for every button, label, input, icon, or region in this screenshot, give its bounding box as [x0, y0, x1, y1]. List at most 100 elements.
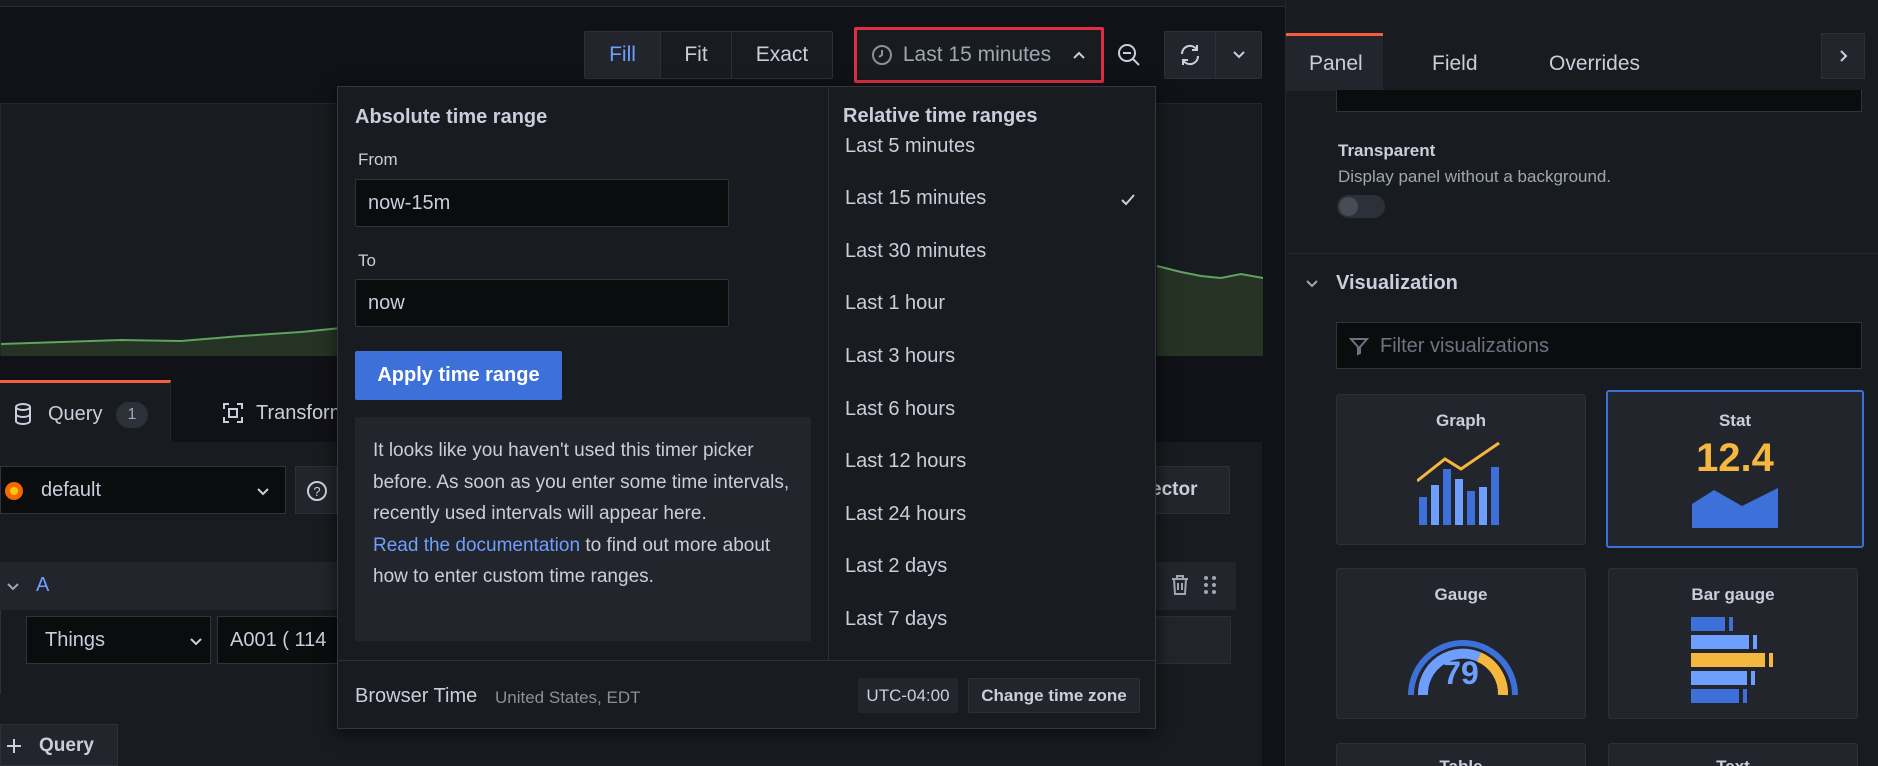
zoom-out-button[interactable]	[1110, 31, 1148, 79]
bar-gauge-viz-icon	[1691, 617, 1773, 703]
divider	[828, 87, 829, 660]
viz-card-stat[interactable]: Stat 12.4	[1606, 390, 1864, 548]
chevron-down-icon[interactable]	[1304, 276, 1320, 292]
viz-table-label: Table	[1337, 757, 1585, 766]
database-icon	[15, 403, 31, 425]
tab-panel-label: Panel	[1309, 52, 1363, 75]
change-time-zone-button[interactable]: Change time zone	[968, 678, 1140, 713]
clock-icon	[871, 45, 892, 65]
collapse-sidebar-button[interactable]	[1821, 33, 1865, 79]
trash-icon[interactable]	[1170, 574, 1190, 596]
query-row-letter: A	[36, 574, 50, 596]
viz-gauge-label: Gauge	[1434, 585, 1488, 604]
datasource-select[interactable]: default	[0, 466, 286, 514]
relative-range-item[interactable]: Last 30 minutes	[845, 240, 986, 263]
from-value: now-15m	[368, 191, 451, 214]
apply-label: Apply time range	[377, 364, 540, 386]
fill-label: Fill	[609, 43, 636, 66]
add-query-button[interactable]: Query	[0, 724, 118, 766]
help-button[interactable]: ?	[295, 466, 337, 514]
relative-range-item[interactable]: Last 3 hours	[845, 345, 955, 368]
grafana-panel-editor: Fill Fit Exact Last 15 minutes Query 1 T…	[0, 0, 1878, 766]
relative-range-item[interactable]: Last 7 days	[845, 608, 947, 631]
entity-label: A001 ( 114	[230, 629, 327, 651]
from-input[interactable]: now-15m	[355, 179, 729, 227]
viz-card-table[interactable]: Table	[1336, 743, 1586, 766]
relative-range-item[interactable]: Last 15 minutes	[845, 187, 986, 210]
refresh-button[interactable]	[1164, 31, 1216, 79]
things-select[interactable]: Things	[26, 616, 211, 664]
visualization-section-title[interactable]: Visualization	[1336, 272, 1458, 295]
time-picker-popover: Absolute time range From now-15m To now …	[337, 86, 1156, 729]
from-label: From	[358, 150, 398, 169]
fill-button[interactable]: Fill	[584, 31, 661, 79]
drag-handle-icon[interactable]	[1202, 574, 1218, 596]
fit-button[interactable]: Fit	[660, 31, 732, 79]
query-inspector-button[interactable]: ector	[1150, 466, 1230, 514]
to-input[interactable]: now	[355, 279, 729, 327]
grafana-logo-icon	[5, 482, 23, 500]
tab-query[interactable]: Query 1	[0, 380, 171, 442]
relative-range-item[interactable]: Last 2 days	[845, 555, 947, 578]
things-label: Things	[45, 629, 106, 651]
exact-button[interactable]: Exact	[731, 31, 833, 79]
help-icon: ?	[307, 481, 327, 501]
utc-offset: UTC-04:00	[866, 685, 950, 705]
stat-value: 12.4	[1696, 436, 1774, 480]
to-label: To	[358, 251, 376, 270]
chevron-down-icon	[1232, 51, 1245, 59]
relative-range-item[interactable]: Last 24 hours	[845, 503, 966, 526]
chevron-down-icon	[257, 488, 269, 496]
tab-field[interactable]: Field	[1432, 52, 1478, 76]
exact-label: Exact	[755, 43, 809, 66]
time-range-label: Last 15 minutes	[902, 43, 1052, 66]
viz-card-graph[interactable]: Graph	[1336, 394, 1586, 545]
footer-divider	[338, 660, 1155, 661]
plus-icon	[7, 739, 21, 753]
query-inspector-label: ector	[1151, 479, 1198, 500]
documentation-link[interactable]: Read the documentation	[373, 535, 580, 556]
chevron-down-icon	[190, 638, 202, 646]
stat-sparkline-icon	[1692, 488, 1778, 528]
tab-transform[interactable]: Transform	[220, 380, 346, 442]
description-textarea[interactable]	[1336, 90, 1862, 112]
tab-overrides[interactable]: Overrides	[1549, 52, 1640, 76]
tab-query-label: Query	[48, 403, 103, 425]
info-box: It looks like you haven't used this time…	[355, 417, 811, 641]
absolute-range-title: Absolute time range	[355, 106, 548, 128]
tab-transform-label: Transform	[256, 402, 347, 424]
refresh-interval-dropdown[interactable]	[1215, 31, 1262, 79]
chevron-down-icon	[7, 583, 19, 591]
change-tz-label: Change time zone	[981, 685, 1127, 705]
datasource-name: default	[41, 479, 102, 501]
chevron-right-icon	[1840, 50, 1848, 62]
relative-range-item[interactable]: Last 12 hours	[845, 450, 966, 473]
time-range-button[interactable]: Last 15 minutes	[854, 27, 1104, 83]
zoom-out-icon	[1118, 44, 1140, 66]
relative-range-item[interactable]: Last 1 hour	[845, 292, 945, 315]
transparent-description: Display panel without a background.	[1338, 167, 1612, 186]
browser-time-label: Browser Time	[355, 685, 478, 707]
section-divider	[1286, 253, 1878, 254]
relative-range-item[interactable]: Last 5 minutes	[845, 135, 975, 158]
options-sidebar: Panel Field Overrides Transparent Displa…	[1285, 0, 1878, 766]
fit-label: Fit	[684, 43, 708, 66]
add-query-label: Query	[39, 735, 94, 756]
transform-icon	[223, 403, 243, 423]
transparent-toggle[interactable]	[1337, 195, 1385, 218]
viz-card-bar-gauge[interactable]: Bar gauge	[1608, 568, 1858, 719]
transparent-label: Transparent	[1338, 141, 1436, 160]
entity-select[interactable]: A001 ( 114	[217, 616, 339, 664]
relative-range-item[interactable]: Last 6 hours	[845, 398, 955, 421]
viz-card-text[interactable]: Text	[1608, 743, 1858, 766]
viz-stat-label: Stat	[1718, 411, 1752, 430]
graph-viz-icon	[1417, 441, 1500, 525]
gauge-value: 79	[1443, 655, 1479, 691]
filter-visualizations-input[interactable]: Filter visualizations	[1336, 322, 1862, 369]
query-count-badge: 1	[116, 402, 148, 428]
viz-card-gauge[interactable]: Gauge 79	[1336, 568, 1586, 719]
toggle-knob	[1339, 197, 1358, 216]
apply-time-range-button[interactable]: Apply time range	[355, 351, 562, 400]
relative-ranges-title: Relative time ranges	[843, 105, 1038, 127]
row-field[interactable]	[1153, 616, 1231, 664]
